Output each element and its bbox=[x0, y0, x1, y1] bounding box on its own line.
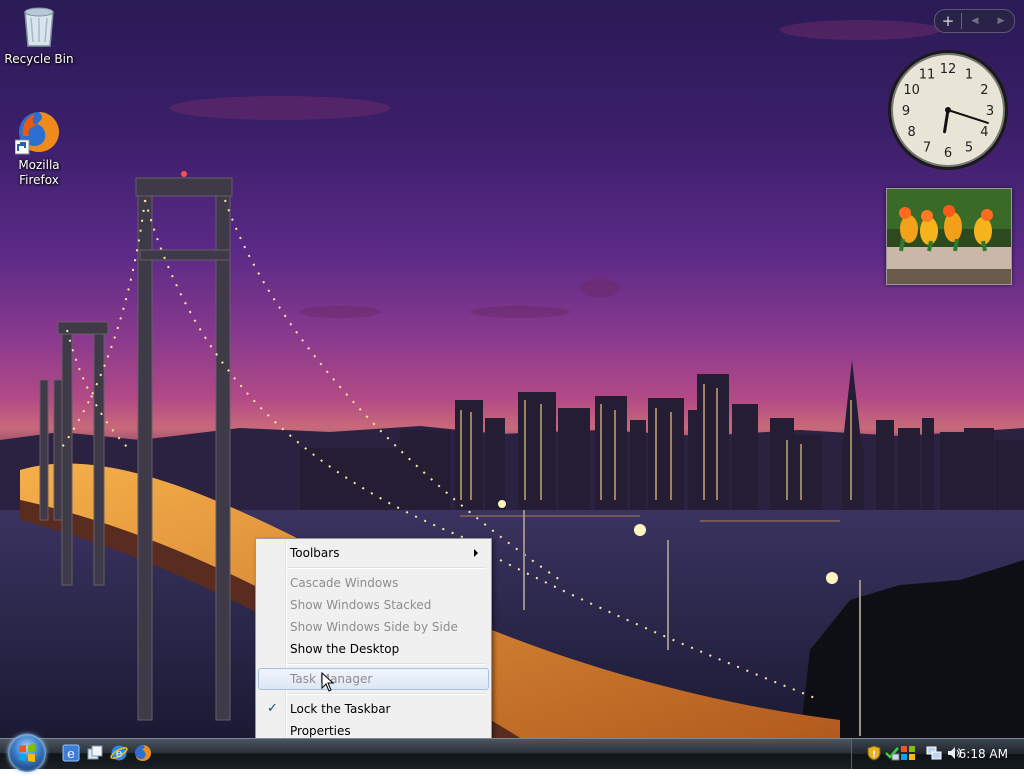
menu-separator bbox=[287, 567, 485, 569]
clock-numeral: 11 bbox=[919, 68, 936, 83]
clock-numeral: 8 bbox=[907, 125, 915, 140]
menu-item-label: Properties bbox=[290, 724, 351, 738]
clock-gadget[interactable]: 12 1 2 3 4 5 6 7 8 9 10 11 bbox=[886, 48, 1010, 172]
clock-numeral: 5 bbox=[965, 140, 973, 155]
menu-item-toolbars[interactable]: Toolbars bbox=[259, 543, 488, 563]
network-icon bbox=[926, 746, 942, 760]
menu-separator bbox=[287, 693, 485, 695]
bay-bridge-wallpaper bbox=[0, 20, 1024, 738]
recycle-bin-label: Recycle Bin bbox=[4, 52, 74, 66]
windows-defender-icon: ! bbox=[867, 745, 881, 761]
windows-logo-icon bbox=[19, 744, 35, 762]
slideshow-gadget[interactable] bbox=[886, 188, 1012, 285]
clock-numeral: 7 bbox=[923, 140, 931, 155]
start-button[interactable] bbox=[8, 734, 46, 772]
menu-item-lock-the-taskbar[interactable]: ✓ Lock the Taskbar bbox=[259, 699, 488, 719]
security-center-tray[interactable] bbox=[884, 745, 900, 761]
submenu-arrow-icon bbox=[474, 549, 478, 557]
checkmark-icon: ✓ bbox=[267, 701, 278, 716]
security-center-icon bbox=[885, 747, 900, 761]
parrots-photo bbox=[887, 189, 1011, 284]
menu-item-cascade-windows[interactable]: Cascade Windows bbox=[259, 573, 488, 593]
switch-windows-quicklaunch[interactable] bbox=[86, 744, 104, 762]
clock-numeral: 4 bbox=[980, 125, 988, 140]
firefox-label: Mozilla Firefox bbox=[18, 158, 60, 187]
recycle-bin-icon bbox=[15, 2, 63, 50]
switch-windows-icon bbox=[87, 745, 103, 760]
menu-item-label: Show the Desktop bbox=[290, 642, 400, 656]
windows-update-icon bbox=[901, 746, 915, 760]
menu-item-label: Lock the Taskbar bbox=[290, 702, 391, 716]
menu-item-label: Show Windows Stacked bbox=[290, 598, 432, 612]
previous-page-button[interactable]: ◀ bbox=[962, 10, 988, 32]
clock-numeral: 1 bbox=[965, 68, 973, 83]
svg-text:e: e bbox=[116, 747, 123, 760]
menu-item-task-manager[interactable]: Task Manager bbox=[258, 668, 489, 690]
firefox-icon bbox=[135, 745, 151, 761]
svg-text:e: e bbox=[67, 747, 75, 762]
menu-item-label: Toolbars bbox=[290, 546, 340, 560]
clock-numeral: 2 bbox=[980, 83, 988, 98]
gadget-toolbar: + ◀ ▶ bbox=[934, 9, 1015, 33]
windows-defender-tray[interactable]: ! bbox=[866, 745, 882, 761]
system-tray: ! 6:18 AM bbox=[851, 739, 1024, 769]
recycle-bin-shortcut[interactable]: Recycle Bin bbox=[1, 2, 77, 67]
internet-explorer-icon: e bbox=[62, 744, 80, 762]
firefox-shortcut[interactable]: Mozilla Firefox bbox=[1, 108, 77, 188]
menu-item-show-the-desktop[interactable]: Show the Desktop bbox=[259, 639, 488, 659]
mouse-pointer-icon bbox=[321, 672, 335, 692]
menu-item-show-windows-side-by-side[interactable]: Show Windows Side by Side bbox=[259, 617, 488, 637]
next-page-button[interactable]: ▶ bbox=[988, 10, 1014, 32]
desktop-wallpaper[interactable]: Recycle Bin Mozilla Firefox + ◀ ▶ 12 1 2 3 4 5… bbox=[0, 0, 1024, 738]
menu-item-label: Show Windows Side by Side bbox=[290, 620, 458, 634]
windows-update-tray[interactable] bbox=[900, 745, 916, 761]
show-desktop-quicklaunch[interactable]: e bbox=[110, 744, 128, 762]
internet-explorer-quicklaunch[interactable]: e bbox=[62, 744, 80, 762]
clock-numeral: 6 bbox=[944, 146, 952, 161]
add-gadget-button[interactable]: + bbox=[935, 10, 961, 32]
menu-separator bbox=[287, 663, 485, 665]
menu-item-properties[interactable]: Properties bbox=[259, 721, 488, 738]
clock-numeral: 9 bbox=[902, 104, 910, 119]
svg-text:!: ! bbox=[872, 750, 876, 760]
network-tray[interactable] bbox=[926, 745, 942, 761]
taskbar-context-menu: Toolbars Cascade Windows Show Windows St… bbox=[255, 538, 492, 738]
clock-numeral: 3 bbox=[986, 104, 994, 119]
firefox-icon bbox=[14, 108, 63, 156]
menu-item-show-windows-stacked[interactable]: Show Windows Stacked bbox=[259, 595, 488, 615]
show-desktop-icon: e bbox=[110, 745, 128, 761]
clock-numeral: 12 bbox=[940, 62, 957, 77]
firefox-quicklaunch[interactable] bbox=[134, 744, 152, 762]
taskbar-clock[interactable]: 6:18 AM bbox=[959, 739, 1008, 769]
menu-item-label: Cascade Windows bbox=[290, 576, 399, 590]
taskbar[interactable]: e e ! 6:18 AM bbox=[0, 734, 1024, 772]
clock-numeral: 10 bbox=[903, 83, 920, 98]
analog-clock-face: 12 12 3 45678 9 1011 bbox=[888, 50, 1008, 170]
